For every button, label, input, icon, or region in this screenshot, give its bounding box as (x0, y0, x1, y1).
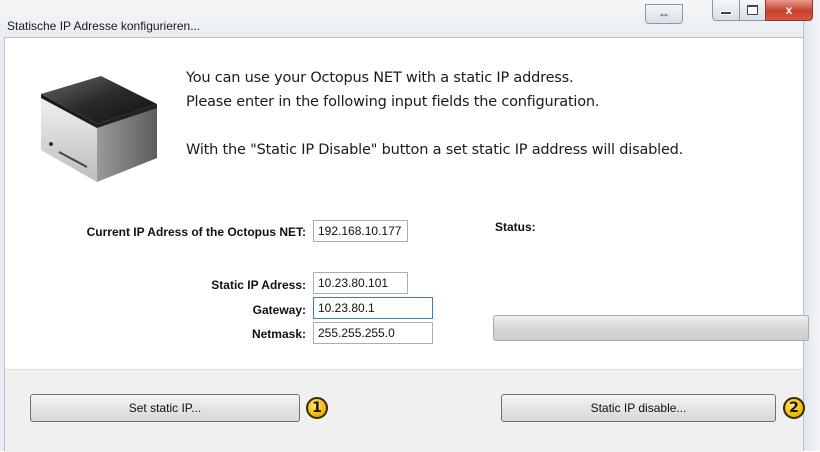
gateway-field[interactable]: 10.23.80.1 (313, 297, 433, 319)
netmask-label: Netmask: (251, 327, 306, 341)
maximize-icon (747, 5, 758, 15)
static-ip-label: Static IP Adress: (211, 278, 306, 292)
current-ip-field[interactable]: 192.168.10.177 (313, 220, 408, 242)
minimize-button[interactable] (712, 0, 740, 21)
current-ip-label: Current IP Adress of the Octopus NET: (86, 225, 306, 239)
window-title: Statische IP Adresse konfigurieren... (7, 19, 201, 33)
static-ip-field[interactable]: 10.23.80.101 (313, 272, 408, 294)
gateway-label: Gateway: (252, 303, 306, 317)
maximize-button[interactable] (739, 0, 766, 21)
set-static-ip-button[interactable]: Set static IP... (30, 394, 300, 422)
step-1-badge: 1 (306, 397, 328, 419)
close-button[interactable]: x (765, 0, 813, 21)
octopus-net-device-icon (41, 76, 157, 182)
resize-arrows-icon[interactable]: ⇔ (645, 4, 683, 24)
intro-line-3: With the "Static IP Disable" button a se… (186, 142, 684, 158)
netmask-field[interactable]: 255.255.255.0 (313, 322, 433, 344)
intro-line-2: Please enter in the following input fiel… (186, 94, 600, 110)
window-frame-right (803, 0, 820, 451)
title-bar[interactable]: Statische IP Adresse konfigurieren... (0, 0, 820, 37)
step-2-badge: 2 (783, 397, 805, 419)
intro-line-1: You can use your Octopus NET with a stat… (186, 70, 574, 86)
status-progress-bar (493, 315, 809, 341)
minimize-icon (720, 11, 732, 15)
static-ip-disable-button[interactable]: Static IP disable... (501, 394, 776, 422)
status-label: Status: (495, 220, 536, 234)
close-icon: x (785, 3, 793, 17)
